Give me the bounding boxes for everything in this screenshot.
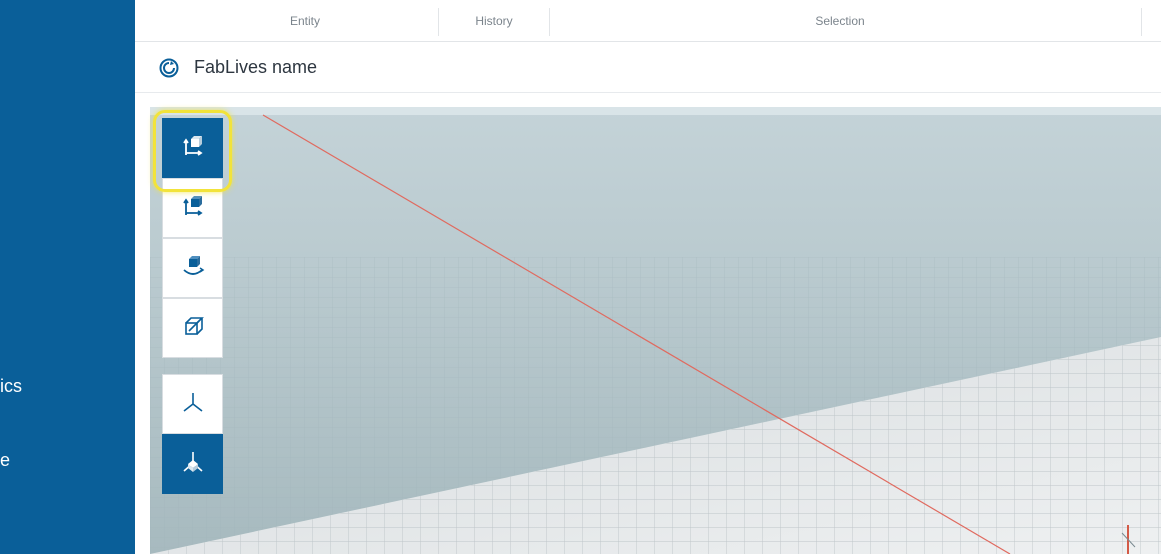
refresh-icon[interactable]	[158, 57, 180, 79]
world-space-button[interactable]	[162, 434, 223, 494]
entity-title-bar: FabLives name	[135, 42, 1161, 93]
move-tool-icon	[180, 133, 206, 164]
scale-tool-button[interactable]	[162, 298, 223, 358]
move-tool-button[interactable]	[162, 118, 223, 178]
sidebar-item-e[interactable]: e	[0, 450, 10, 471]
local-space-button[interactable]	[162, 374, 223, 434]
scene-canvas	[150, 107, 1161, 554]
move-local-tool-icon	[180, 193, 206, 224]
tab-entity[interactable]: Entity	[195, 6, 415, 36]
sidebar-item-analytics[interactable]: ics	[0, 376, 22, 397]
scene-viewport[interactable]	[150, 107, 1161, 554]
tab-history[interactable]: History	[439, 6, 549, 36]
axes-local-icon	[180, 389, 206, 420]
tab-selection[interactable]: Selection	[550, 6, 1130, 36]
move-local-tool-button[interactable]	[162, 178, 223, 238]
entity-name: FabLives name	[194, 57, 318, 77]
rotate-tool-icon	[180, 253, 206, 284]
panel-tab-bar: Entity History Selection	[135, 0, 1161, 42]
axes-world-icon	[180, 449, 206, 480]
scale-tool-icon	[180, 313, 206, 344]
rotate-tool-button[interactable]	[162, 238, 223, 298]
left-sidebar: ics e	[0, 0, 135, 554]
tab-divider	[1141, 8, 1142, 36]
